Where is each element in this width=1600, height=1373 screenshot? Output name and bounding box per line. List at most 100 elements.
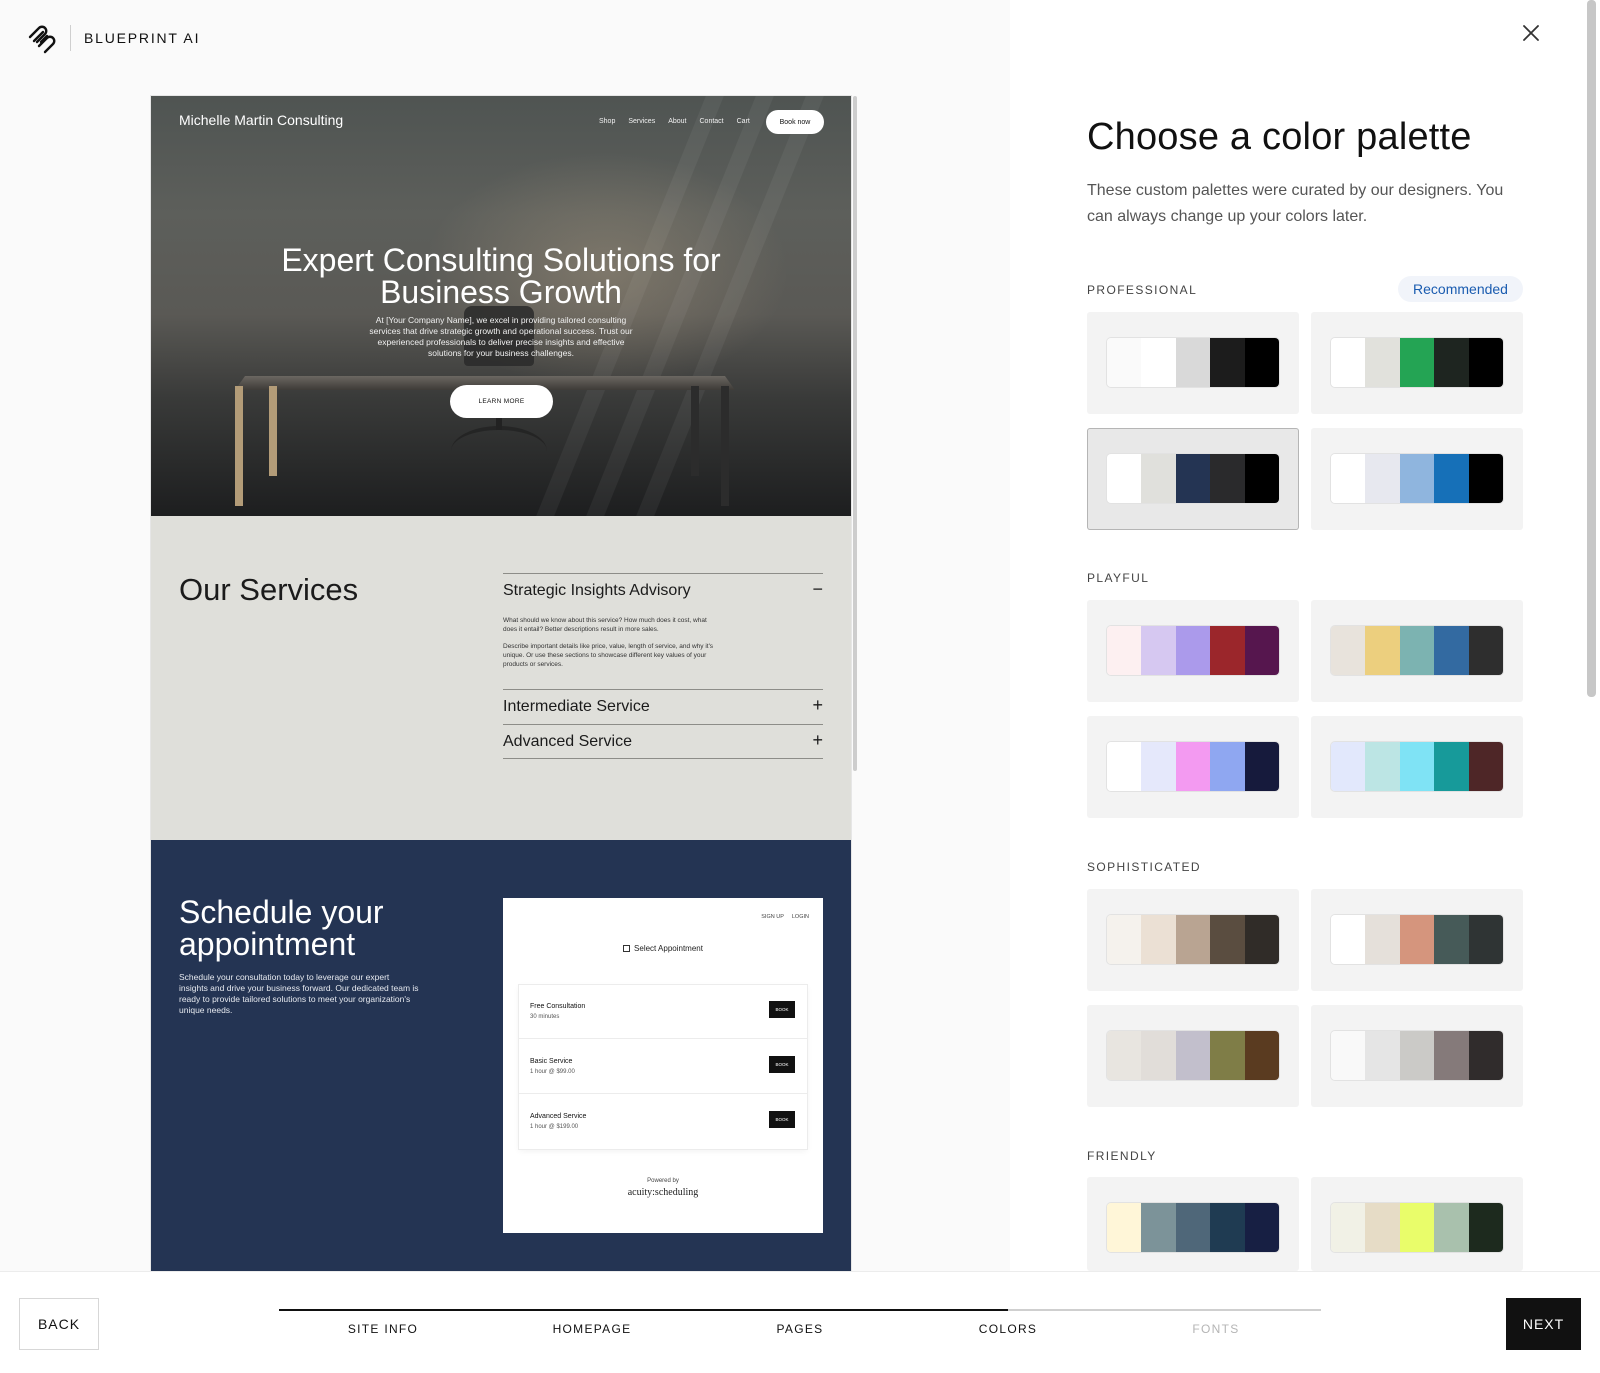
minus-icon[interactable]: − — [812, 579, 823, 600]
progress-fill — [279, 1309, 1009, 1311]
color-swatch — [1434, 915, 1469, 964]
color-swatch — [1175, 1031, 1211, 1080]
book-button[interactable]: BOOK — [769, 1001, 795, 1018]
palette-card[interactable] — [1311, 428, 1523, 530]
panel-subtitle: These custom palettes were curated by ou… — [1087, 182, 1504, 225]
nav-shop[interactable]: Shop — [599, 118, 615, 125]
color-swatch — [1175, 742, 1211, 791]
color-swatch — [1244, 338, 1279, 387]
appointment-detail: 30 minutes — [530, 1014, 560, 1020]
palette-swatches — [1331, 915, 1503, 964]
color-swatch — [1365, 454, 1400, 503]
accordion-title: Advanced Service — [503, 733, 632, 750]
panel-scrollbar[interactable] — [1587, 0, 1596, 697]
color-swatch — [1399, 742, 1435, 791]
plus-icon[interactable]: + — [812, 695, 823, 716]
appointment-detail: 1 hour @ $199.00 — [530, 1124, 579, 1130]
hero-heading: Expert Consulting Solutions for Business… — [281, 242, 721, 310]
accordion-description: What should we know about this service? … — [503, 617, 707, 633]
color-swatch — [1210, 454, 1245, 503]
desk-leg — [269, 386, 277, 476]
color-swatch — [1141, 454, 1176, 503]
color-swatch — [1399, 1203, 1435, 1252]
nav-contact[interactable]: Contact — [700, 118, 724, 125]
palette-card[interactable] — [1087, 716, 1299, 818]
color-swatch — [1175, 626, 1211, 675]
color-swatch — [1107, 915, 1142, 964]
palette-swatches — [1107, 338, 1279, 387]
back-button[interactable]: BACK — [19, 1298, 99, 1350]
palette-card[interactable] — [1087, 312, 1299, 414]
progress-track — [279, 1309, 1321, 1311]
nav-services[interactable]: Services — [628, 118, 655, 125]
close-icon[interactable] — [1519, 21, 1543, 45]
palette-card[interactable] — [1087, 889, 1299, 991]
palette-card[interactable] — [1087, 428, 1299, 530]
appointment-detail: 1 hour @ $99.00 — [530, 1069, 575, 1075]
book-button[interactable]: BOOK — [769, 1111, 795, 1128]
color-swatch — [1141, 742, 1176, 791]
desk-leg — [721, 386, 729, 506]
color-swatch — [1210, 742, 1245, 791]
accordion-item[interactable]: Strategic Insights Advisory − What shoul… — [503, 573, 823, 689]
desk-leg — [691, 386, 699, 476]
accordion-item[interactable]: Intermediate Service + — [503, 689, 823, 724]
palette-card[interactable] — [1311, 600, 1523, 702]
group-label-playful: PLAYFUL — [1087, 571, 1150, 585]
color-swatch — [1468, 338, 1503, 387]
preview-scrollbar[interactable] — [853, 96, 857, 771]
step-colors[interactable]: COLORS — [938, 1322, 1078, 1336]
bottom-bar: BACK SITE INFO HOMEPAGE PAGES COLORS FON… — [0, 1271, 1600, 1373]
services-heading: Our Services — [179, 572, 359, 607]
color-swatch — [1331, 742, 1366, 791]
widget-title-text: Select Appointment — [634, 944, 703, 953]
step-site-info[interactable]: SITE INFO — [313, 1322, 453, 1336]
color-swatch — [1210, 338, 1245, 387]
color-swatch — [1399, 915, 1435, 964]
color-swatch — [1365, 1031, 1400, 1080]
color-swatch — [1107, 1203, 1142, 1252]
color-swatch — [1244, 1031, 1279, 1080]
nav-about[interactable]: About — [668, 118, 686, 125]
color-swatch — [1434, 338, 1469, 387]
color-swatch — [1141, 1203, 1176, 1252]
palette-card[interactable] — [1311, 1005, 1523, 1107]
color-swatch — [1399, 1031, 1435, 1080]
site-title[interactable]: Michelle Martin Consulting — [179, 112, 343, 128]
palette-card[interactable] — [1311, 716, 1523, 818]
book-now-button[interactable]: Book now — [766, 110, 824, 134]
palette-card[interactable] — [1311, 889, 1523, 991]
plus-icon[interactable]: + — [812, 730, 823, 751]
sign-up-link[interactable]: SIGN UP — [761, 914, 784, 920]
color-swatch — [1141, 338, 1176, 387]
color-swatch — [1434, 1031, 1469, 1080]
nav-cart[interactable]: Cart — [737, 118, 750, 125]
appointment-row: Basic Service 1 hour @ $99.00 BOOK — [519, 1040, 807, 1094]
palette-card[interactable] — [1087, 600, 1299, 702]
website-preview[interactable]: Michelle Martin Consulting Shop Services… — [151, 96, 851, 1271]
book-button[interactable]: BOOK — [769, 1056, 795, 1073]
step-fonts: FONTS — [1192, 1322, 1240, 1336]
palette-card[interactable] — [1311, 1177, 1523, 1271]
palette-card[interactable] — [1087, 1005, 1299, 1107]
color-swatch — [1434, 626, 1469, 675]
step-pages[interactable]: PAGES — [730, 1322, 870, 1336]
step-homepage[interactable]: HOMEPAGE — [522, 1322, 662, 1336]
palette-card[interactable] — [1311, 312, 1523, 414]
schedule-body: Schedule your consultation today to leve… — [179, 972, 419, 1015]
group-label-friendly: FRIENDLY — [1087, 1149, 1157, 1163]
color-swatch — [1365, 915, 1400, 964]
color-swatch — [1468, 454, 1503, 503]
next-button[interactable]: NEXT — [1506, 1298, 1581, 1350]
login-link[interactable]: LOGIN — [792, 914, 809, 920]
color-swatch — [1468, 915, 1503, 964]
palette-swatches — [1107, 626, 1279, 675]
color-swatch — [1175, 338, 1211, 387]
color-swatch — [1331, 454, 1366, 503]
accordion-item[interactable]: Advanced Service + — [503, 724, 823, 759]
squarespace-logo-icon — [28, 25, 56, 54]
chair-base — [451, 426, 547, 476]
learn-more-button[interactable]: LEARN MORE — [450, 385, 553, 418]
panel-title: Choose a color palette — [1087, 116, 1472, 158]
palette-card[interactable] — [1087, 1177, 1299, 1271]
